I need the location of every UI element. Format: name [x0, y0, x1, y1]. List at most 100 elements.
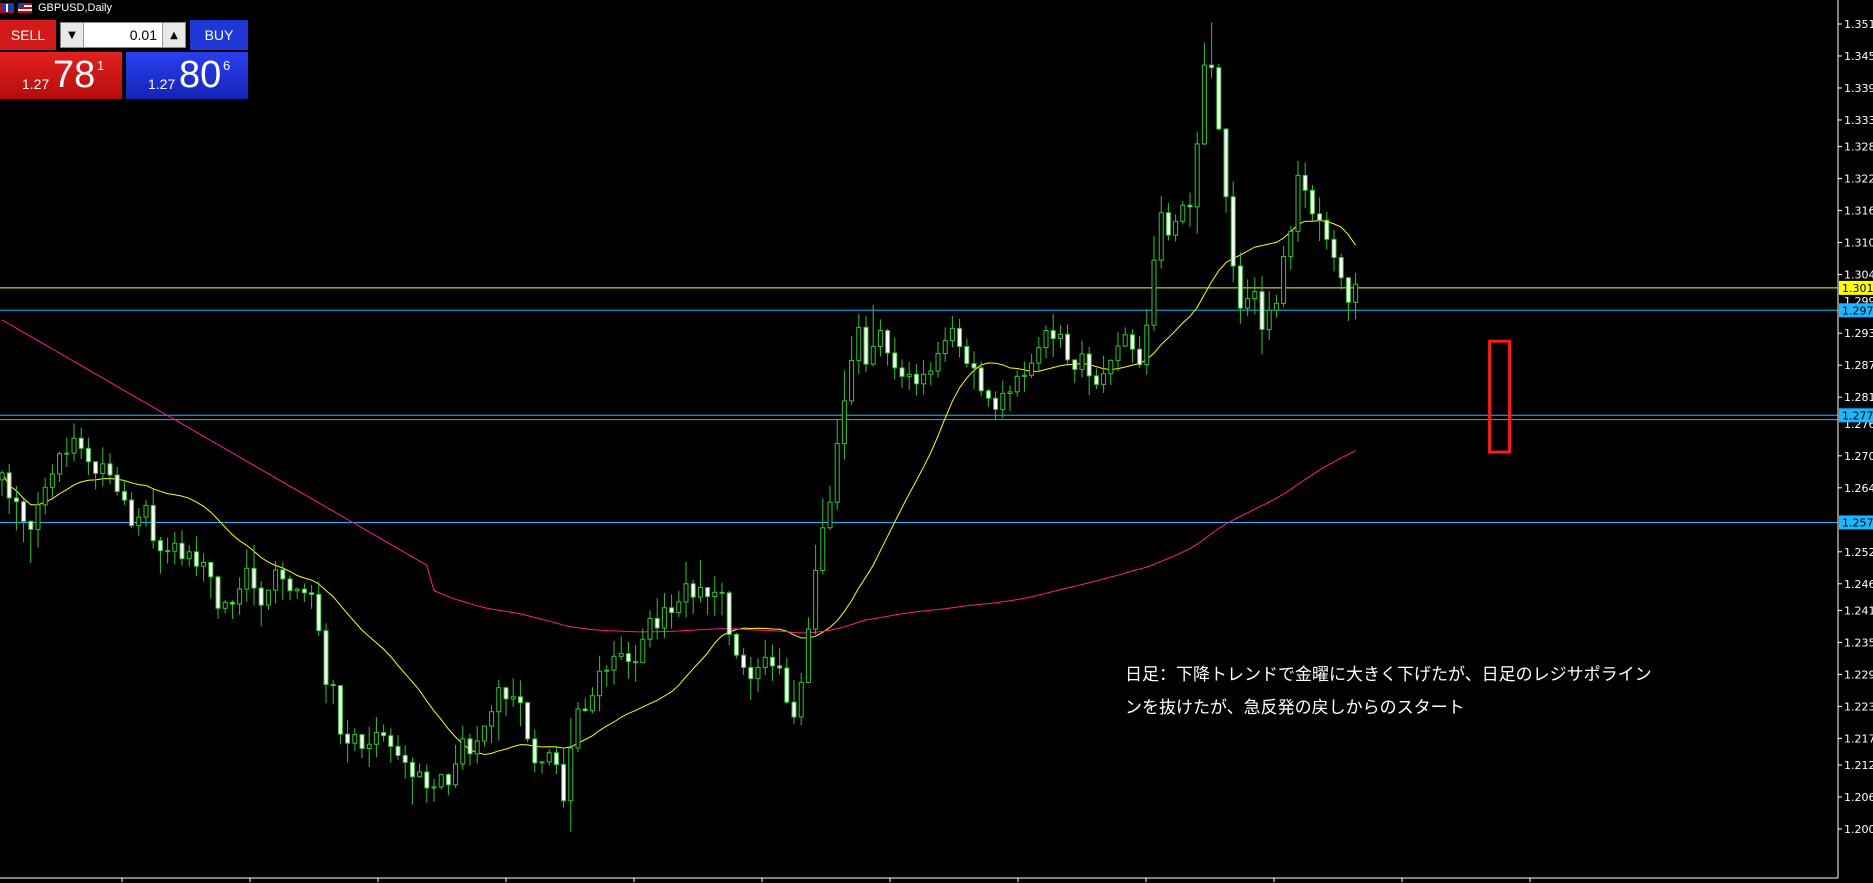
candle-body — [330, 684, 336, 687]
candle-body — [201, 561, 207, 567]
candle-body — [193, 551, 199, 567]
candle-body — [1007, 391, 1013, 394]
annotation-line-1: 日足：下降トレンドで金曜に大きく下げたが、日足のレジサポライン — [1125, 665, 1652, 685]
candle-body — [6, 472, 12, 499]
candle-body — [1122, 334, 1128, 347]
candle-body — [611, 655, 617, 671]
buy-button[interactable]: BUY — [190, 20, 248, 50]
lot-increase-icon[interactable]: ▲ — [162, 23, 185, 47]
candle-body — [453, 763, 459, 786]
candle-body — [834, 443, 840, 503]
candle-body — [1173, 220, 1179, 236]
candle-body — [957, 327, 963, 348]
candle-body — [640, 638, 646, 664]
candle-body — [381, 732, 387, 737]
candle-body — [1158, 212, 1164, 261]
candle-body — [589, 695, 595, 712]
candle-body — [481, 725, 487, 742]
candle-body — [719, 591, 725, 594]
candle-body — [1317, 213, 1323, 221]
lot-size-value[interactable]: 0.01 — [130, 27, 157, 43]
candle-body — [13, 497, 19, 503]
candle-body — [1165, 212, 1171, 236]
price-tick-label: 1.246 — [1844, 578, 1873, 591]
candle-body — [877, 330, 883, 348]
candle-body — [323, 630, 329, 686]
candle-body — [669, 607, 675, 614]
candle-body — [366, 743, 372, 750]
candle-body — [71, 437, 77, 454]
candle-body — [633, 661, 639, 664]
candle-body — [1252, 291, 1258, 300]
candle-body — [525, 702, 531, 740]
price-tick-label: 1.333 — [1844, 114, 1873, 127]
candle-body — [863, 326, 869, 365]
candle-body — [647, 617, 653, 640]
price-tick-label: 1.252 — [1844, 546, 1873, 559]
candle-body — [654, 617, 660, 629]
sell-price-prefix: 1.27 — [22, 76, 50, 92]
candle-body — [150, 504, 156, 542]
price-tick-label: 1.217 — [1844, 732, 1873, 745]
sell-button[interactable]: SELL — [0, 20, 56, 50]
uk-flag-icon — [0, 3, 14, 13]
candle-body — [172, 542, 178, 552]
candle-body — [489, 711, 495, 727]
candle-body — [510, 696, 516, 700]
candle-body — [417, 771, 423, 778]
candle-body — [899, 367, 905, 377]
candle-body — [93, 461, 99, 474]
price-chart[interactable]: 1.351 1.345 1.339 1.333 1.328 1.322 1.316 1.310… — [0, 0, 1873, 883]
candle-body — [165, 550, 171, 553]
slow-ma-line — [1, 319, 1356, 634]
candle-body — [237, 588, 243, 605]
candle-body — [460, 738, 466, 765]
candle-body — [388, 735, 394, 747]
candle-body — [1245, 298, 1251, 309]
candle-body — [1180, 204, 1186, 222]
price-tick-label: 1.322 — [1844, 173, 1873, 186]
candle-body — [690, 583, 696, 598]
candle-body — [1079, 353, 1085, 370]
sell-price-button[interactable]: 1.27 78 1 — [0, 52, 122, 99]
price-tick-label: 1.310 — [1844, 237, 1873, 250]
price-tick-label: 1.212 — [1844, 759, 1873, 772]
candle-body — [935, 352, 941, 372]
candle-body — [1273, 302, 1279, 311]
candle-body — [1036, 347, 1042, 364]
candle-body — [1266, 309, 1272, 330]
candle-body — [820, 527, 826, 571]
candle-body — [100, 463, 106, 474]
candle-body — [64, 452, 70, 455]
sell-price-point: 1 — [97, 58, 105, 73]
candle-body — [805, 628, 811, 683]
candle-body — [1072, 359, 1078, 370]
candle-body — [431, 786, 437, 789]
candle-body — [964, 346, 970, 365]
lot-size-field[interactable]: ▼ 0.01 ▲ — [60, 22, 186, 48]
candle-body — [28, 520, 34, 530]
candle-body — [1237, 265, 1243, 309]
symbol-title: GBPUSD,Daily — [38, 2, 112, 14]
buy-price-button[interactable]: 1.27 80 6 — [126, 52, 248, 99]
candle-body — [791, 701, 797, 718]
candle-body — [885, 330, 891, 354]
candle-body — [906, 373, 912, 377]
candle-body — [373, 732, 379, 745]
candle-body — [597, 670, 603, 697]
candle-body — [539, 761, 545, 764]
candle-body — [748, 666, 754, 680]
lot-decrease-icon[interactable]: ▼ — [61, 23, 84, 47]
candle-body — [0, 472, 5, 481]
candle-body — [1043, 330, 1049, 349]
candle-body — [1223, 128, 1229, 198]
candle-body — [762, 656, 768, 668]
price-tick-label: 1.293 — [1844, 327, 1873, 340]
annotation-line-2: ンを抜けたが、急反発の戻しからのスタート — [1125, 698, 1465, 718]
candle-body — [21, 501, 27, 522]
candle-body — [337, 685, 343, 735]
candle-body — [345, 733, 351, 744]
candle-body — [1324, 219, 1330, 240]
candle-body — [1029, 362, 1035, 376]
level-price-label: 1.297 — [1842, 304, 1873, 317]
